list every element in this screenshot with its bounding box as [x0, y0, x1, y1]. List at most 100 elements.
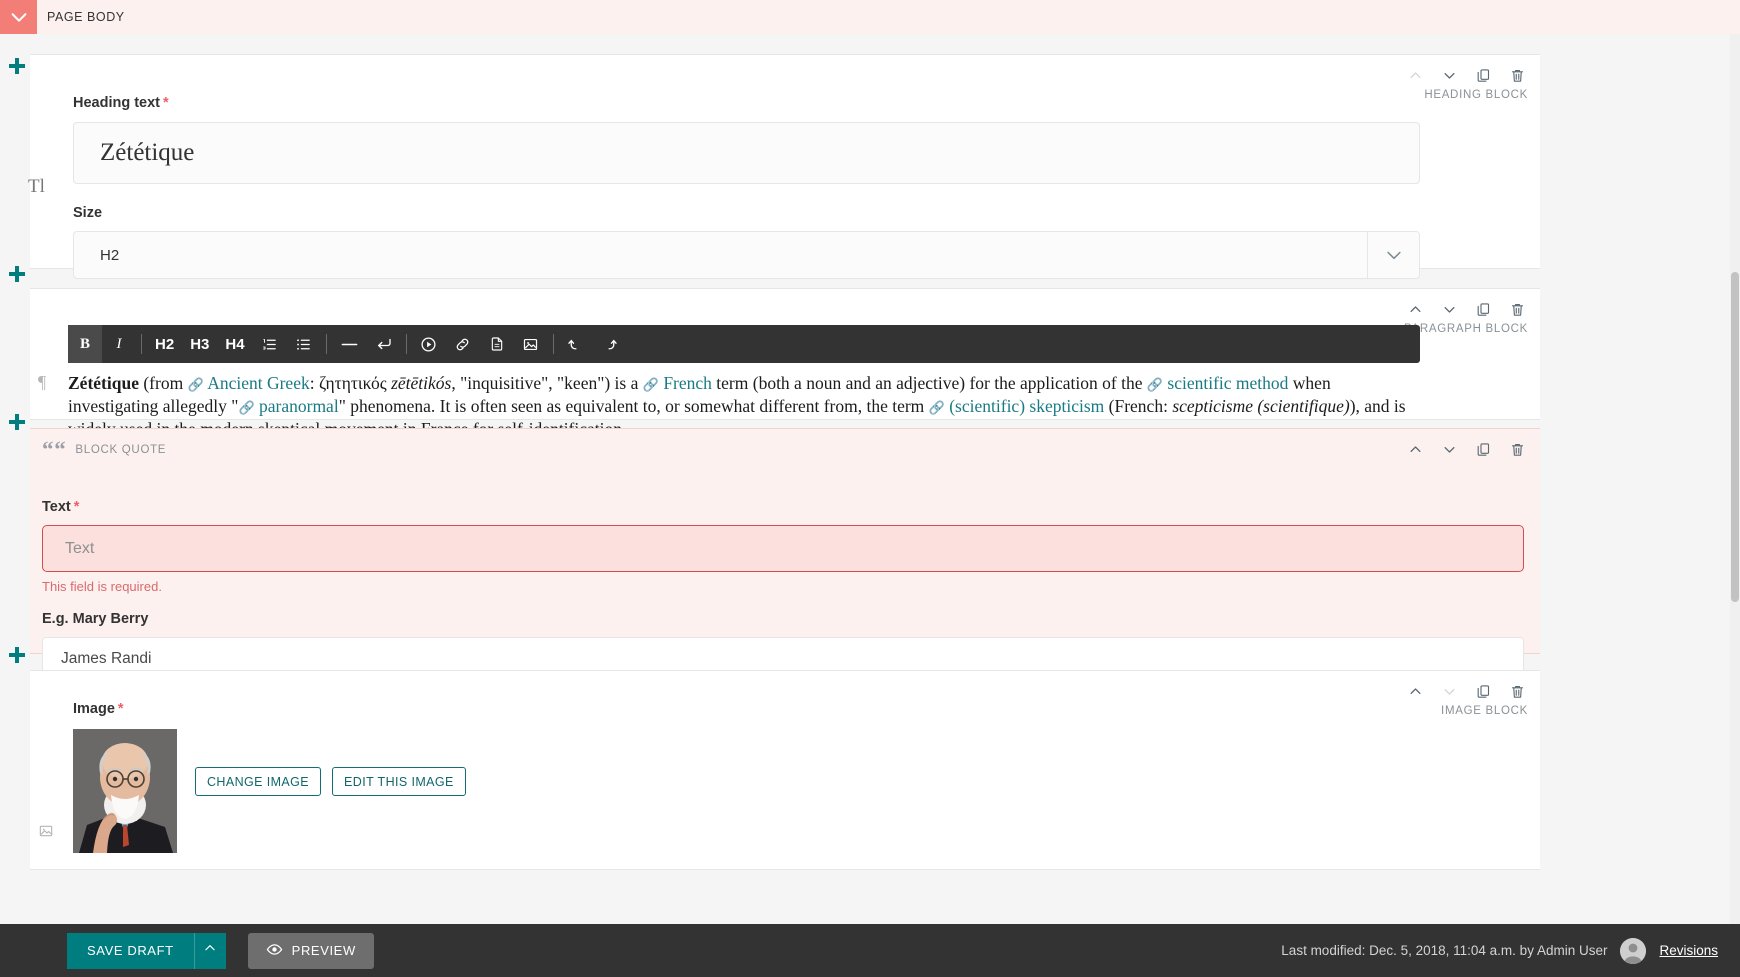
last-modified-text: Last modified: Dec. 5, 2018, 11:04 a.m. … — [1281, 943, 1607, 958]
page-body-panel-header: PAGE BODY — [0, 0, 1740, 34]
redo-button[interactable] — [593, 325, 627, 363]
h3-button[interactable]: H3 — [182, 325, 217, 363]
move-down-button[interactable] — [1438, 64, 1460, 86]
save-draft-button[interactable]: SAVE DRAFT — [67, 933, 194, 969]
move-up-button[interactable] — [1404, 680, 1426, 702]
image-field-label: Image* — [73, 701, 466, 717]
duplicate-button[interactable] — [1472, 298, 1494, 320]
paragraph-italic: zētētikós — [391, 373, 451, 393]
italic-button[interactable]: I — [102, 325, 136, 363]
bold-button[interactable]: B — [68, 325, 102, 363]
duplicate-button[interactable] — [1472, 64, 1494, 86]
embed-button[interactable] — [412, 325, 446, 363]
add-block-button-after-quote[interactable] — [9, 647, 25, 663]
quote-icon: ““ — [42, 438, 66, 461]
paragraph-text: (from — [139, 373, 188, 393]
move-down-button[interactable] — [1438, 680, 1460, 702]
heading-size-select[interactable]: H2 — [73, 231, 1420, 279]
save-draft-group: SAVE DRAFT — [67, 933, 226, 969]
quote-text-error: This field is required. — [42, 579, 1524, 594]
duplicate-button[interactable] — [1472, 680, 1494, 702]
link-ancient-greek[interactable]: Ancient Greek — [207, 373, 310, 393]
h4-button[interactable]: H4 — [217, 325, 252, 363]
block-quote-header: ““ BLOCK QUOTE — [42, 434, 166, 465]
image-block-actions — [1404, 680, 1528, 702]
chevron-down-icon — [1367, 232, 1419, 278]
heading-size-label: Size — [73, 205, 1420, 221]
quote-text-input[interactable]: Text — [42, 525, 1524, 572]
toolbar-divider — [406, 334, 407, 354]
link-paranormal[interactable]: paranormal — [259, 396, 339, 416]
document-button[interactable] — [480, 325, 514, 363]
link-scientific-method[interactable]: scientific method — [1167, 373, 1288, 393]
line-break-button[interactable] — [367, 325, 401, 363]
horizontal-rule-button[interactable] — [332, 325, 367, 363]
move-down-button[interactable] — [1438, 298, 1460, 320]
paragraph-gutter-icon: ¶ — [38, 373, 46, 391]
heading-size-value: H2 — [100, 247, 119, 264]
block-quote-block: ““ BLOCK QUOTE Text* Text This field is … — [30, 428, 1540, 654]
add-block-button-after-heading[interactable] — [9, 266, 25, 282]
required-marker: * — [74, 499, 80, 515]
ordered-list-button[interactable] — [253, 325, 287, 363]
add-block-button-after-paragraph[interactable] — [9, 414, 25, 430]
avatar[interactable] — [1620, 938, 1646, 964]
revisions-link[interactable]: Revisions — [1659, 943, 1718, 958]
richtext-toolbar: B I H2 H3 H4 — [68, 325, 1420, 363]
delete-button[interactable] — [1506, 680, 1528, 702]
vertical-scrollbar-thumb[interactable] — [1731, 272, 1739, 602]
required-marker: * — [118, 701, 124, 717]
link-button[interactable] — [446, 325, 480, 363]
move-down-button[interactable] — [1438, 438, 1460, 460]
image-button[interactable] — [514, 325, 548, 363]
link-scientific-skepticism[interactable]: (scientific) skepticism — [949, 396, 1104, 416]
image-block-type-label: IMAGE BLOCK — [1441, 705, 1528, 717]
move-up-button[interactable] — [1404, 64, 1426, 86]
preview-label: PREVIEW — [292, 943, 356, 958]
link-french[interactable]: French — [663, 373, 712, 393]
bulleted-list-button[interactable] — [287, 325, 321, 363]
panel-title: PAGE BODY — [37, 0, 125, 34]
undo-button[interactable] — [559, 325, 593, 363]
link-icon: 🔗 — [929, 400, 945, 415]
move-up-button[interactable] — [1404, 298, 1426, 320]
delete-button[interactable] — [1506, 64, 1528, 86]
link-icon: 🔗 — [643, 377, 659, 392]
move-up-button[interactable] — [1404, 438, 1426, 460]
save-options-toggle[interactable] — [194, 933, 226, 969]
chevron-down-icon — [8, 6, 30, 28]
toolbar-divider — [326, 334, 327, 354]
edit-this-image-button[interactable]: EDIT THIS IMAGE — [332, 767, 466, 796]
link-icon: 🔗 — [1147, 377, 1163, 392]
paragraph-block-type-label: PARAGRAPH BLOCK — [1404, 323, 1528, 335]
block-quote-type-label: BLOCK QUOTE — [75, 444, 166, 456]
quote-attribution-label: E.g. Mary Berry — [42, 611, 1524, 627]
panel-collapse-toggle[interactable] — [0, 0, 37, 34]
delete-button[interactable] — [1506, 298, 1528, 320]
editor-footer: SAVE DRAFT PREVIEW Last modified: Dec. 5… — [0, 924, 1740, 977]
vertical-scrollbar-track[interactable] — [1730, 34, 1740, 977]
preview-button[interactable]: PREVIEW — [248, 933, 374, 969]
add-block-button-top[interactable] — [9, 58, 25, 74]
required-marker: * — [163, 95, 169, 111]
delete-button[interactable] — [1506, 438, 1528, 460]
footer-meta: Last modified: Dec. 5, 2018, 11:04 a.m. … — [1281, 938, 1740, 964]
change-image-button[interactable]: CHANGE IMAGE — [195, 767, 321, 796]
eye-icon — [266, 941, 283, 961]
heading-text-input[interactable]: Zététique — [73, 122, 1420, 184]
duplicate-button[interactable] — [1472, 438, 1494, 460]
image-thumbnail[interactable] — [73, 729, 177, 853]
paragraph-text: " phenomena. It is often seen as equival… — [339, 396, 929, 416]
paragraph-text: (French: — [1104, 396, 1172, 416]
toolbar-divider — [553, 334, 554, 354]
heading-block-type-label: HEADING BLOCK — [1424, 89, 1528, 101]
chevron-up-icon — [203, 941, 217, 960]
link-icon: 🔗 — [188, 377, 204, 392]
paragraph-block-actions — [1404, 298, 1528, 320]
toolbar-divider — [141, 334, 142, 354]
paragraph-bold-lead: Zététique — [68, 373, 139, 393]
quote-text-label: Text* — [42, 499, 1524, 515]
heading-gutter-icon: Tl — [28, 177, 45, 196]
h2-button[interactable]: H2 — [147, 325, 182, 363]
image-block: IMAGE BLOCK Image* — [30, 670, 1540, 870]
